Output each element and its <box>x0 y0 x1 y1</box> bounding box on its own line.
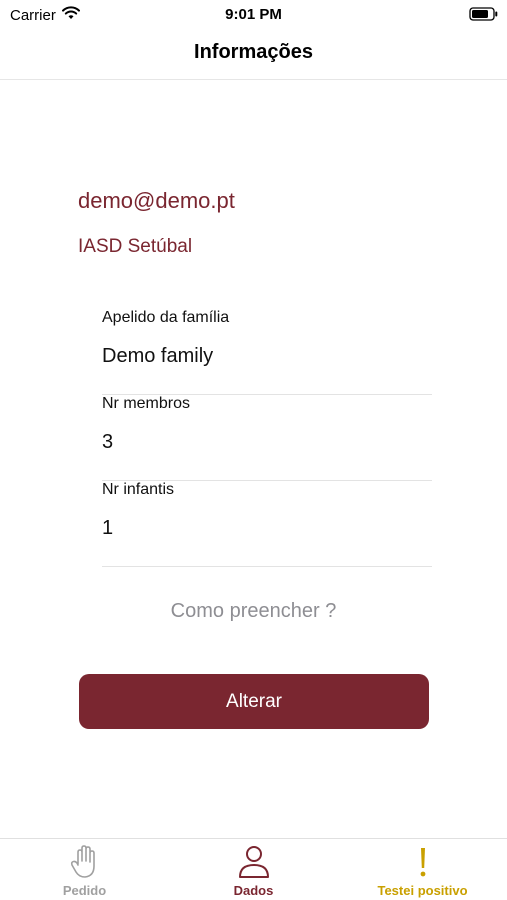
alterar-button[interactable]: Alterar <box>79 674 429 729</box>
hand-icon <box>0 844 169 880</box>
exclamation-icon <box>338 844 507 880</box>
page-title: Informações <box>194 41 313 63</box>
tab-pedido[interactable]: Pedido <box>0 839 169 900</box>
status-time: 9:01 PM <box>225 6 282 23</box>
family-name-value[interactable]: Demo family <box>102 345 213 368</box>
status-bar: Carrier 9:01 PM <box>0 0 507 28</box>
tab-dados[interactable]: Dados <box>169 839 338 900</box>
children-count-label: Nr infantis <box>102 481 175 498</box>
user-group: IASD Setúbal <box>78 236 193 257</box>
family-name-label: Apelido da família <box>102 309 230 326</box>
navigation-bar: Informações <box>0 28 507 80</box>
children-count-field[interactable]: Nr infantis 1 <box>102 481 432 567</box>
tab-dados-label: Dados <box>233 883 274 898</box>
tab-testei-positivo-label: Testei positivo <box>377 883 468 898</box>
tab-bar: Pedido Dados Testei positivo <box>0 838 507 900</box>
members-count-label: Nr membros <box>102 395 191 412</box>
tab-pedido-label: Pedido <box>62 883 107 898</box>
person-icon <box>169 844 338 880</box>
how-to-fill-link[interactable]: Como preencher ? <box>0 600 507 623</box>
user-email: demo@demo.pt <box>78 188 235 213</box>
children-count-value[interactable]: 1 <box>102 517 113 540</box>
tab-testei-positivo[interactable]: Testei positivo <box>338 839 507 900</box>
battery-icon <box>469 7 499 25</box>
members-count-field[interactable]: Nr membros 3 <box>102 395 432 481</box>
family-name-field[interactable]: Apelido da família Demo family <box>102 309 432 395</box>
members-count-value[interactable]: 3 <box>102 431 113 454</box>
app-screen: Carrier 9:01 PM Informações demo@demo.pt… <box>0 0 507 900</box>
